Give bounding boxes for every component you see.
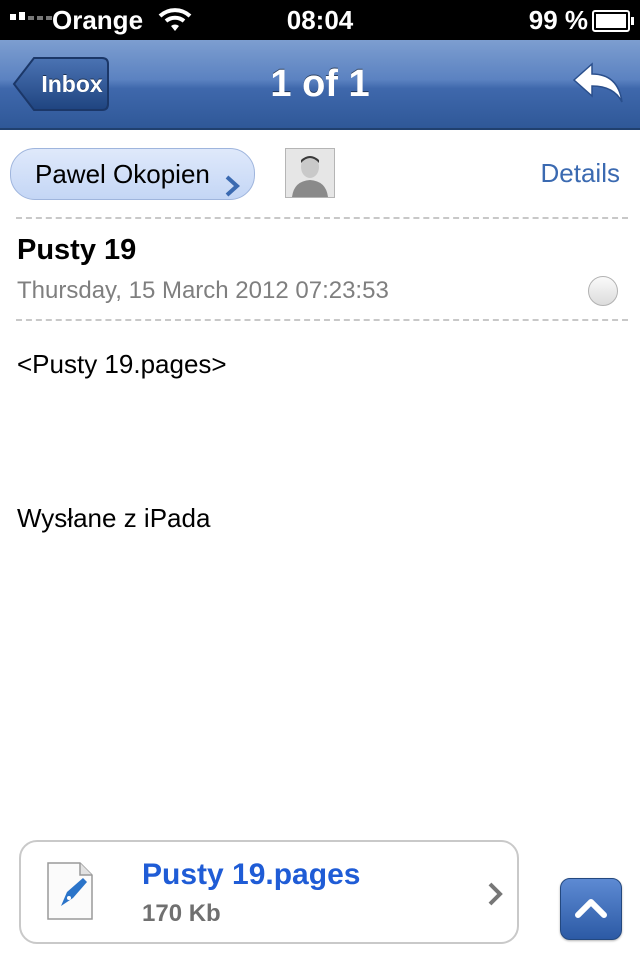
sender-avatar[interactable] — [285, 148, 335, 198]
attachment-card[interactable]: Pusty 19.pages 170 Kb — [19, 840, 519, 944]
reply-arrow-icon[interactable] — [570, 62, 626, 106]
battery-icon — [592, 10, 634, 32]
unread-flag-toggle[interactable] — [588, 276, 618, 306]
back-button-label: Inbox — [41, 71, 103, 97]
message-counter-title: 1 of 1 — [270, 63, 370, 105]
scroll-up-button[interactable] — [560, 878, 622, 940]
battery-percentage: 99 % — [528, 5, 588, 35]
attachment-size: 170 Kb — [142, 900, 221, 927]
header-divider — [16, 217, 628, 219]
pages-document-icon — [47, 862, 93, 925]
chevron-right-icon — [224, 163, 240, 213]
chevron-up-icon — [575, 899, 607, 918]
status-bar: Orange 08:04 99 % — [0, 0, 640, 40]
navigation-bar: Inbox 1 of 1 — [0, 40, 640, 130]
message-subject: Pusty 19 — [17, 234, 137, 266]
details-link[interactable]: Details — [541, 158, 620, 189]
body-attachment-reference: <Pusty 19.pages> — [17, 349, 227, 379]
body-signature: Wysłane z iPada — [17, 503, 211, 533]
attachment-name: Pusty 19.pages — [142, 858, 361, 891]
sender-name: Pawel Okopien — [35, 159, 210, 189]
message-date: Thursday, 15 March 2012 07:23:53 — [17, 277, 389, 304]
subject-divider — [16, 319, 628, 321]
sender-button[interactable]: Pawel Okopien — [10, 148, 255, 200]
inbox-back-button[interactable]: Inbox — [12, 56, 110, 112]
chevron-right-icon — [487, 882, 503, 911]
